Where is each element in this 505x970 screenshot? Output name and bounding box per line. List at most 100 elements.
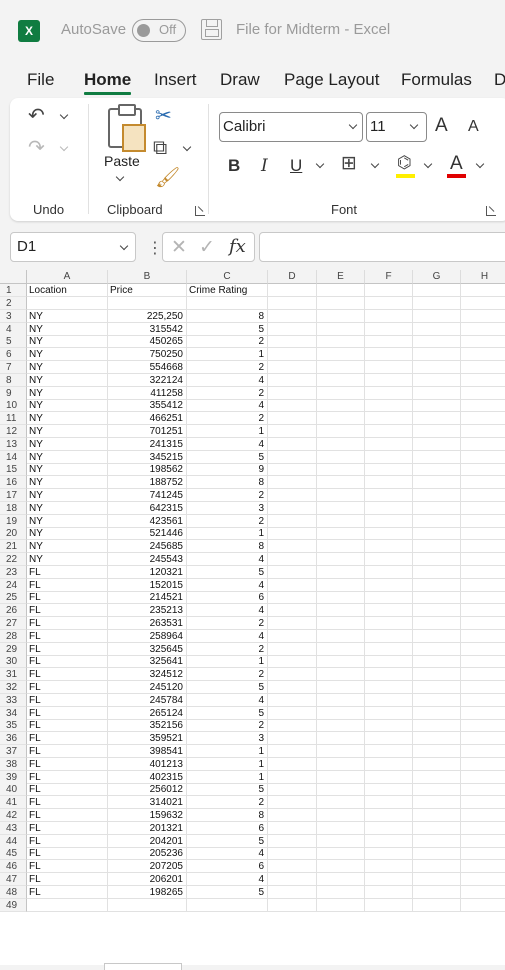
cell-location[interactable]: FL bbox=[27, 770, 108, 784]
cell[interactable] bbox=[317, 412, 365, 426]
row-number[interactable]: 28 bbox=[0, 629, 27, 643]
redo-dropdown-chevron-icon[interactable] bbox=[59, 142, 69, 152]
cell[interactable] bbox=[365, 732, 413, 746]
row-number[interactable]: 6 bbox=[0, 348, 27, 362]
cell[interactable] bbox=[365, 860, 413, 874]
column-header-b[interactable]: B bbox=[108, 270, 187, 284]
cell-location[interactable]: FL bbox=[27, 796, 108, 810]
cell-location[interactable]: FL bbox=[27, 617, 108, 630]
cell[interactable] bbox=[461, 617, 505, 630]
tab-home[interactable]: Home bbox=[84, 70, 131, 90]
cell[interactable] bbox=[413, 681, 461, 694]
cell[interactable] bbox=[268, 373, 317, 387]
cell-price[interactable]: 241315 bbox=[108, 437, 187, 451]
row-number[interactable]: 2 bbox=[0, 297, 27, 310]
cell-location[interactable]: FL bbox=[27, 821, 108, 835]
font-color-icon[interactable]: A bbox=[450, 153, 463, 175]
cell-crime-rating[interactable]: 6 bbox=[187, 860, 268, 874]
cell[interactable] bbox=[413, 860, 461, 874]
cell[interactable] bbox=[365, 629, 413, 643]
cell-crime-rating[interactable]: 2 bbox=[187, 361, 268, 374]
cell-crime-rating[interactable] bbox=[187, 898, 268, 912]
cell[interactable] bbox=[413, 361, 461, 374]
copy-dropdown-chevron-icon[interactable] bbox=[182, 142, 192, 152]
cell-location[interactable]: NY bbox=[27, 322, 108, 336]
cell-price[interactable]: 359521 bbox=[108, 732, 187, 746]
cut-icon[interactable]: ✂ bbox=[155, 106, 172, 126]
cell[interactable] bbox=[268, 412, 317, 426]
cell[interactable] bbox=[413, 540, 461, 554]
cell-crime-rating[interactable]: 2 bbox=[187, 719, 268, 733]
cell[interactable] bbox=[268, 655, 317, 669]
cell-crime-rating[interactable]: 5 bbox=[187, 565, 268, 579]
cell[interactable] bbox=[268, 796, 317, 810]
cell[interactable] bbox=[317, 809, 365, 822]
cell[interactable] bbox=[317, 847, 365, 861]
cell[interactable] bbox=[268, 847, 317, 861]
cell[interactable] bbox=[461, 579, 505, 592]
cell[interactable] bbox=[365, 783, 413, 797]
cell[interactable] bbox=[365, 617, 413, 630]
cell-crime-rating[interactable]: 5 bbox=[187, 834, 268, 848]
cell-location[interactable]: FL bbox=[27, 668, 108, 682]
cell-crime-rating[interactable]: 6 bbox=[187, 821, 268, 835]
cell[interactable] bbox=[268, 885, 317, 899]
cell[interactable] bbox=[461, 591, 505, 605]
cell[interactable] bbox=[365, 796, 413, 810]
cell[interactable] bbox=[413, 668, 461, 682]
cell-location[interactable]: NY bbox=[27, 514, 108, 528]
cell[interactable] bbox=[317, 629, 365, 643]
cell[interactable] bbox=[365, 719, 413, 733]
name-box[interactable]: D1 bbox=[10, 232, 136, 262]
cell[interactable] bbox=[365, 348, 413, 362]
cell-price[interactable]: 554668 bbox=[108, 361, 187, 374]
row-number[interactable]: 19 bbox=[0, 514, 27, 528]
row-number[interactable]: 16 bbox=[0, 476, 27, 490]
cell[interactable] bbox=[317, 719, 365, 733]
borders-icon[interactable]: ⊞ bbox=[341, 154, 357, 173]
row-number[interactable]: 15 bbox=[0, 463, 27, 477]
cell[interactable] bbox=[365, 885, 413, 899]
cell[interactable] bbox=[461, 323, 505, 336]
cell[interactable] bbox=[268, 309, 317, 323]
cell[interactable] bbox=[413, 706, 461, 720]
cell-crime-rating[interactable]: 1 bbox=[187, 757, 268, 771]
increase-font-size-icon[interactable]: A bbox=[435, 115, 448, 137]
row-number[interactable]: 20 bbox=[0, 527, 27, 541]
cell-location[interactable]: FL bbox=[27, 629, 108, 643]
row-number[interactable]: 12 bbox=[0, 425, 27, 438]
cell[interactable] bbox=[461, 771, 505, 784]
cell[interactable] bbox=[461, 745, 505, 758]
cell[interactable] bbox=[413, 399, 461, 413]
cell-location[interactable]: FL bbox=[27, 655, 108, 669]
cell[interactable] bbox=[461, 822, 505, 835]
cell[interactable] bbox=[413, 834, 461, 848]
cell-price[interactable]: 466251 bbox=[108, 412, 187, 426]
cell[interactable] bbox=[461, 668, 505, 682]
cell[interactable] bbox=[268, 873, 317, 886]
cell-price[interactable]: 258964 bbox=[108, 629, 187, 643]
cell[interactable] bbox=[268, 386, 317, 400]
cell-crime-rating[interactable]: 1 bbox=[187, 527, 268, 541]
cell[interactable] bbox=[268, 668, 317, 682]
row-number[interactable]: 25 bbox=[0, 591, 27, 605]
cell-location[interactable]: FL bbox=[27, 693, 108, 707]
row-number[interactable]: 11 bbox=[0, 412, 27, 426]
cell[interactable] bbox=[268, 437, 317, 451]
row-number[interactable]: 23 bbox=[0, 565, 27, 579]
cell[interactable] bbox=[365, 514, 413, 528]
cell[interactable] bbox=[317, 322, 365, 336]
cell-price[interactable]: 198265 bbox=[108, 885, 187, 899]
cell[interactable] bbox=[268, 745, 317, 758]
cell[interactable] bbox=[268, 514, 317, 528]
row-number[interactable]: 49 bbox=[0, 898, 27, 912]
cell[interactable] bbox=[461, 847, 505, 861]
cell-crime-rating[interactable]: 4 bbox=[187, 578, 268, 592]
cell[interactable] bbox=[317, 450, 365, 464]
cell-location[interactable]: FL bbox=[27, 847, 108, 861]
cell[interactable] bbox=[317, 617, 365, 630]
cell[interactable] bbox=[317, 348, 365, 362]
bold-button[interactable]: B bbox=[228, 156, 240, 176]
cell[interactable] bbox=[365, 386, 413, 400]
cell[interactable] bbox=[365, 373, 413, 387]
